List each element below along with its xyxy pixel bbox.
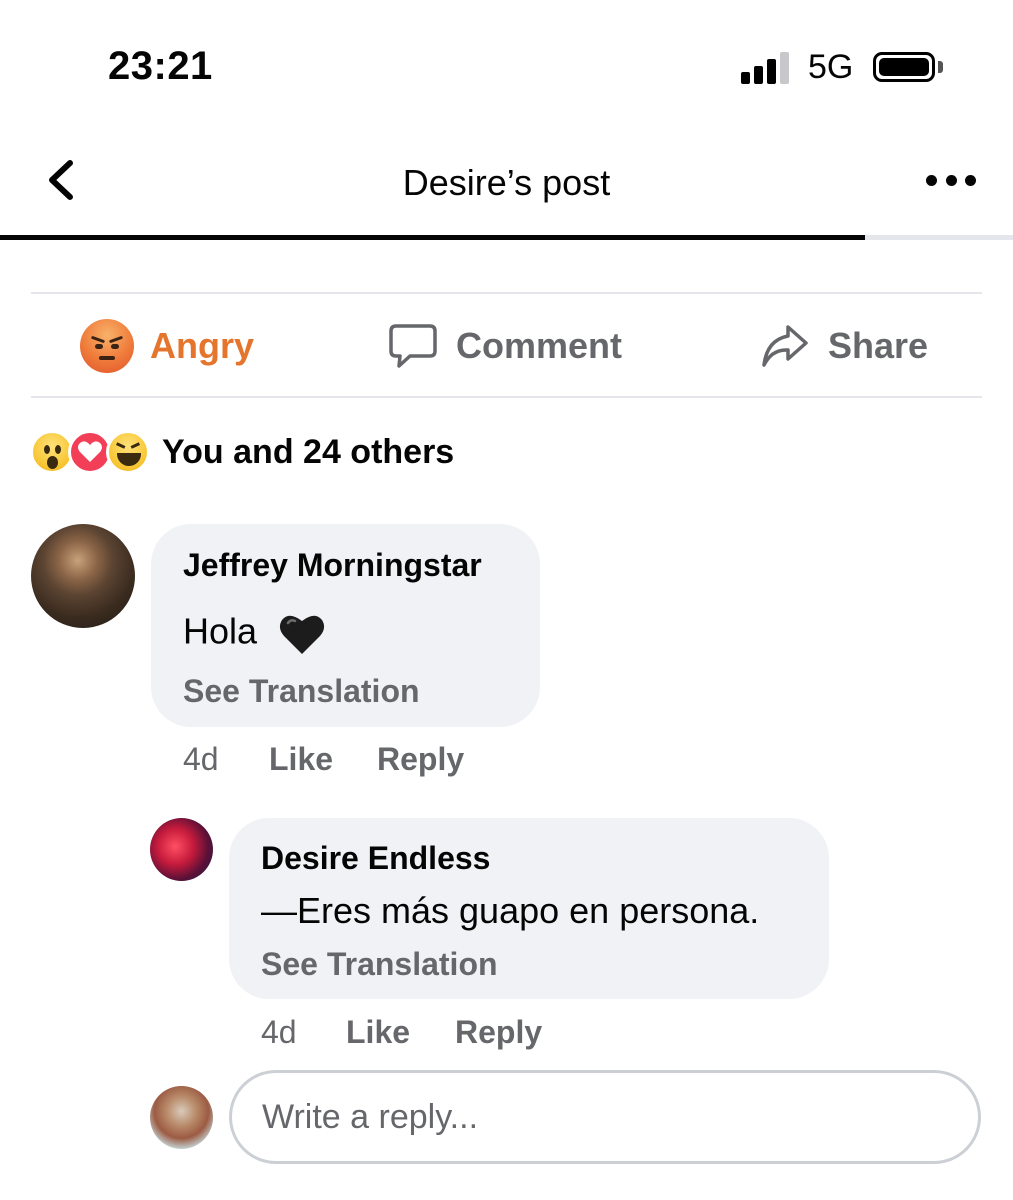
comment-label: Comment <box>456 325 623 366</box>
comment-text-line: Hola <box>183 610 327 658</box>
more-options-button[interactable] <box>924 162 978 198</box>
comment-author[interactable]: Jeffrey Morningstar <box>183 547 482 584</box>
comment-icon <box>389 324 437 368</box>
loading-progress-bar <box>0 235 1013 240</box>
dot-icon <box>945 174 957 186</box>
reply-button[interactable]: Reply <box>377 741 464 778</box>
reply-input[interactable]: Write a reply... <box>229 1070 981 1164</box>
comment-text: —Eres más guapo en persona. <box>261 890 760 931</box>
avatar[interactable] <box>31 524 135 628</box>
like-button[interactable]: Like <box>269 741 333 778</box>
dot-icon <box>926 174 937 186</box>
comment-button[interactable]: Comment <box>388 315 622 377</box>
see-translation-link[interactable]: See Translation <box>261 946 498 983</box>
reactions-summary[interactable]: You and 24 others <box>30 428 454 476</box>
react-button[interactable]: Angry <box>80 315 254 377</box>
signal-icon <box>741 52 791 84</box>
share-label: Share <box>828 325 929 366</box>
share-icon <box>762 325 808 367</box>
divider <box>31 396 982 398</box>
current-user-avatar <box>150 1086 213 1149</box>
battery-icon <box>873 52 935 82</box>
network-type: 5G <box>808 48 854 86</box>
comment-author[interactable]: Desire Endless <box>261 840 490 877</box>
page-title: Desire’s post <box>402 162 611 203</box>
divider <box>31 292 982 294</box>
comment-time: 4d <box>261 1014 297 1050</box>
avatar[interactable] <box>150 818 213 881</box>
haha-icon <box>106 430 150 474</box>
dot-icon <box>965 174 976 186</box>
comment-text: Hola <box>183 610 258 652</box>
share-button[interactable]: Share <box>760 315 928 377</box>
see-translation-link[interactable]: See Translation <box>183 673 420 710</box>
status-time: 23:21 <box>108 44 213 88</box>
comment-time: 4d <box>183 741 219 777</box>
like-button[interactable]: Like <box>346 1014 410 1051</box>
react-label: Angry <box>150 325 255 366</box>
battery-tip <box>938 61 943 73</box>
black-heart-icon <box>279 615 325 654</box>
angry-icon <box>80 319 134 373</box>
reactions-count-text: You and 24 others <box>162 432 455 471</box>
reply-button[interactable]: Reply <box>455 1014 542 1051</box>
